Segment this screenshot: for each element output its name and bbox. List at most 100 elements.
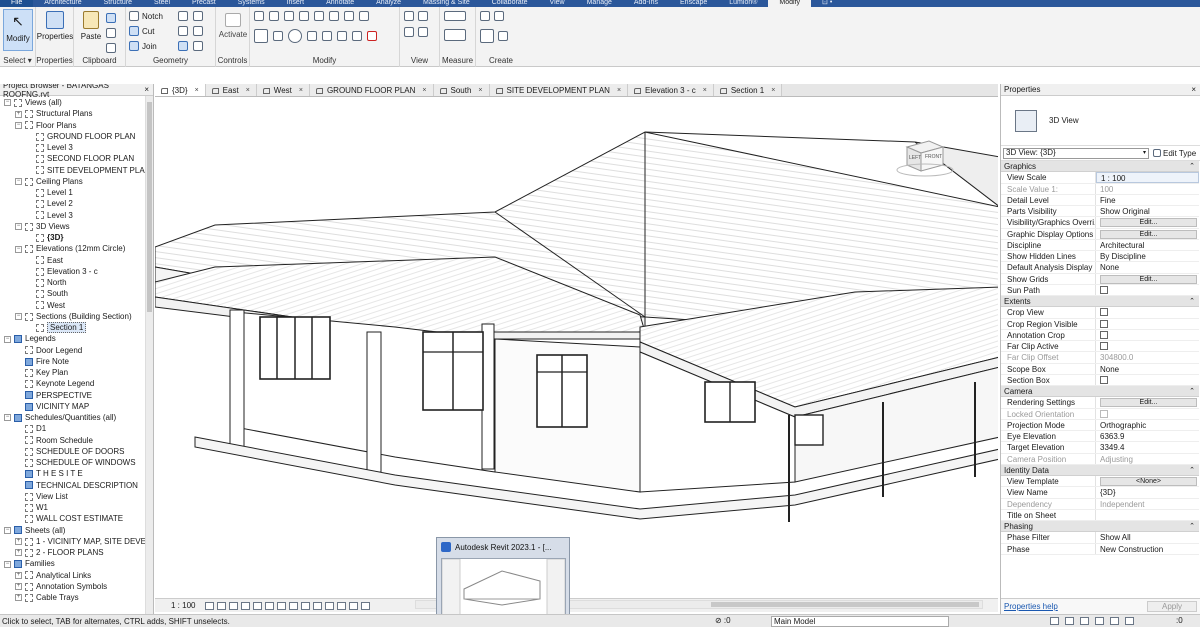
browser-node[interactable]: SITE DEVELOPMENT PLAN <box>0 165 153 176</box>
browser-node[interactable]: D1 <box>0 423 153 434</box>
crop-view-icon[interactable] <box>265 601 275 610</box>
analytical-model-icon[interactable] <box>337 601 347 610</box>
browser-node[interactable]: Door Legend <box>0 345 153 356</box>
copy-button[interactable] <box>106 13 116 23</box>
browser-node[interactable]: Key Plan <box>0 367 153 378</box>
property-checkbox[interactable] <box>1100 308 1108 317</box>
collapse-group-icon[interactable]: ⌃ <box>1189 386 1195 396</box>
collapse-group-icon[interactable]: ⌃ <box>1189 296 1195 306</box>
align-icon[interactable] <box>254 11 264 21</box>
project-browser-scroll-thumb[interactable] <box>147 102 152 312</box>
pencil-icon[interactable] <box>404 27 414 37</box>
browser-node[interactable]: GROUND FLOOR PLAN <box>0 131 153 142</box>
join-button[interactable]: Join <box>129 41 157 51</box>
beam-join-icon[interactable] <box>178 41 188 51</box>
view-tab[interactable]: West × <box>256 84 310 96</box>
browser-node[interactable]: SCHEDULE OF DOORS <box>0 446 153 457</box>
browser-node[interactable]: SCHEDULE OF WINDOWS <box>0 457 153 468</box>
ribbon-tab-precast[interactable]: Precast <box>181 0 227 7</box>
close-tab-icon[interactable]: × <box>422 84 426 96</box>
ribbon-tab-modify[interactable]: Modify <box>768 0 812 7</box>
property-value[interactable]: 3349.4 <box>1096 442 1199 452</box>
copy-element-icon[interactable] <box>273 31 283 41</box>
browser-node[interactable]: SECOND FLOOR PLAN <box>0 153 153 164</box>
match-properties-button[interactable] <box>106 43 116 53</box>
mirror-draw-icon[interactable] <box>299 11 309 21</box>
expand-icon[interactable]: + <box>15 110 22 118</box>
ribbon-tab-add-ins[interactable]: Add-Ins <box>623 0 669 7</box>
browser-node[interactable]: Level 3 <box>0 210 153 221</box>
property-group-header[interactable]: Graphics ⌃ <box>1001 161 1199 173</box>
temporary-properties-icon[interactable] <box>325 601 335 610</box>
collapse-icon[interactable]: − <box>4 414 11 422</box>
browser-node[interactable]: North <box>0 277 153 288</box>
browser-node[interactable]: − Elevations (12mm Circle) <box>0 243 153 254</box>
move-icon[interactable] <box>254 29 268 43</box>
browser-node[interactable]: {3D} <box>0 232 153 243</box>
browser-node[interactable]: Section 1 <box>0 322 153 333</box>
collapse-icon[interactable]: − <box>15 313 22 321</box>
property-checkbox[interactable] <box>1100 342 1108 350</box>
collapse-group-icon[interactable]: ⌃ <box>1189 465 1195 475</box>
browser-node[interactable]: VICINITY MAP <box>0 401 153 412</box>
collapse-icon[interactable]: − <box>15 178 22 186</box>
browser-node[interactable]: Level 1 <box>0 187 153 198</box>
select-underlay-icon[interactable] <box>1065 617 1074 625</box>
instance-selector[interactable]: 3D View: {3D} ▾ <box>1003 147 1149 159</box>
pin-icon[interactable] <box>359 11 369 21</box>
browser-node[interactable]: + Cable Trays <box>0 592 153 603</box>
collapse-icon[interactable]: − <box>4 99 11 107</box>
cut-clip-button[interactable] <box>106 28 116 38</box>
property-value[interactable]: Edit... <box>1096 274 1199 284</box>
delete-icon[interactable] <box>367 31 377 41</box>
viewcube[interactable]: LEFT FRONT <box>895 137 955 179</box>
browser-node[interactable]: − Families <box>0 558 153 569</box>
split-gap-icon[interactable] <box>344 11 354 21</box>
select-links-icon[interactable] <box>1050 617 1059 625</box>
type-selector[interactable]: 3D View <box>1001 96 1200 146</box>
select-by-face-icon[interactable] <box>1095 617 1104 625</box>
select-pinned-icon[interactable] <box>1080 617 1089 625</box>
modify-button[interactable]: ↖ Modify <box>3 9 33 51</box>
create-similar-icon[interactable] <box>494 11 504 21</box>
viewcube-front-face[interactable]: FRONT <box>925 154 942 160</box>
close-tab-icon[interactable]: × <box>246 84 250 96</box>
view-tab[interactable]: South × <box>433 84 490 96</box>
browser-node[interactable]: − Sheets (all) <box>0 525 153 536</box>
create-assembly-icon[interactable] <box>480 29 494 43</box>
canvas-scroll-thumb[interactable] <box>711 602 979 607</box>
crop-region-icon[interactable] <box>277 601 287 610</box>
property-checkbox[interactable] <box>1100 330 1108 339</box>
property-group-header[interactable]: Phasing ⌃ <box>1001 521 1199 533</box>
close-tab-icon[interactable]: × <box>478 84 482 96</box>
property-value[interactable]: Show All <box>1096 532 1199 542</box>
browser-node[interactable]: − Schedules/Quantities (all) <box>0 412 153 423</box>
browser-node[interactable]: Room Schedule <box>0 435 153 446</box>
property-value[interactable]: Edit... <box>1096 217 1199 228</box>
property-value[interactable]: By Discipline <box>1096 251 1199 261</box>
property-checkbox[interactable] <box>1100 375 1108 384</box>
drag-elements-icon[interactable] <box>1110 617 1119 625</box>
hide-isolate-icon[interactable] <box>301 601 311 610</box>
property-value[interactable] <box>1096 330 1199 340</box>
select-dropdown[interactable]: Select ▾ <box>0 56 35 65</box>
property-value[interactable]: 6363.9 <box>1096 431 1199 441</box>
property-edit-button[interactable]: Edit... <box>1100 274 1197 284</box>
property-edit-button[interactable]: Edit... <box>1100 398 1197 408</box>
view-tab[interactable]: East × <box>205 84 257 96</box>
property-value[interactable]: Architectural <box>1096 240 1199 250</box>
view-tab[interactable]: SITE DEVELOPMENT PLAN × <box>489 84 629 96</box>
ribbon-tab-massing-site[interactable]: Massing & Site <box>412 0 481 7</box>
expand-icon[interactable]: + <box>15 583 22 591</box>
browser-node[interactable]: − Sections (Building Section) <box>0 311 153 322</box>
project-browser-scrollbar[interactable] <box>145 96 153 614</box>
browser-node[interactable]: +2 - FLOOR PLANS <box>0 547 153 558</box>
drawing-canvas[interactable]: LEFT FRONT <box>155 97 998 598</box>
close-icon[interactable]: × <box>144 85 149 94</box>
browser-node[interactable]: Keynote Legend <box>0 378 153 389</box>
property-value[interactable]: Edit... <box>1096 397 1199 408</box>
hide-icon[interactable] <box>418 11 428 21</box>
property-edit-button[interactable]: Edit... <box>1100 229 1197 239</box>
property-value[interactable]: Show Original <box>1096 206 1199 216</box>
browser-node[interactable]: West <box>0 300 153 311</box>
